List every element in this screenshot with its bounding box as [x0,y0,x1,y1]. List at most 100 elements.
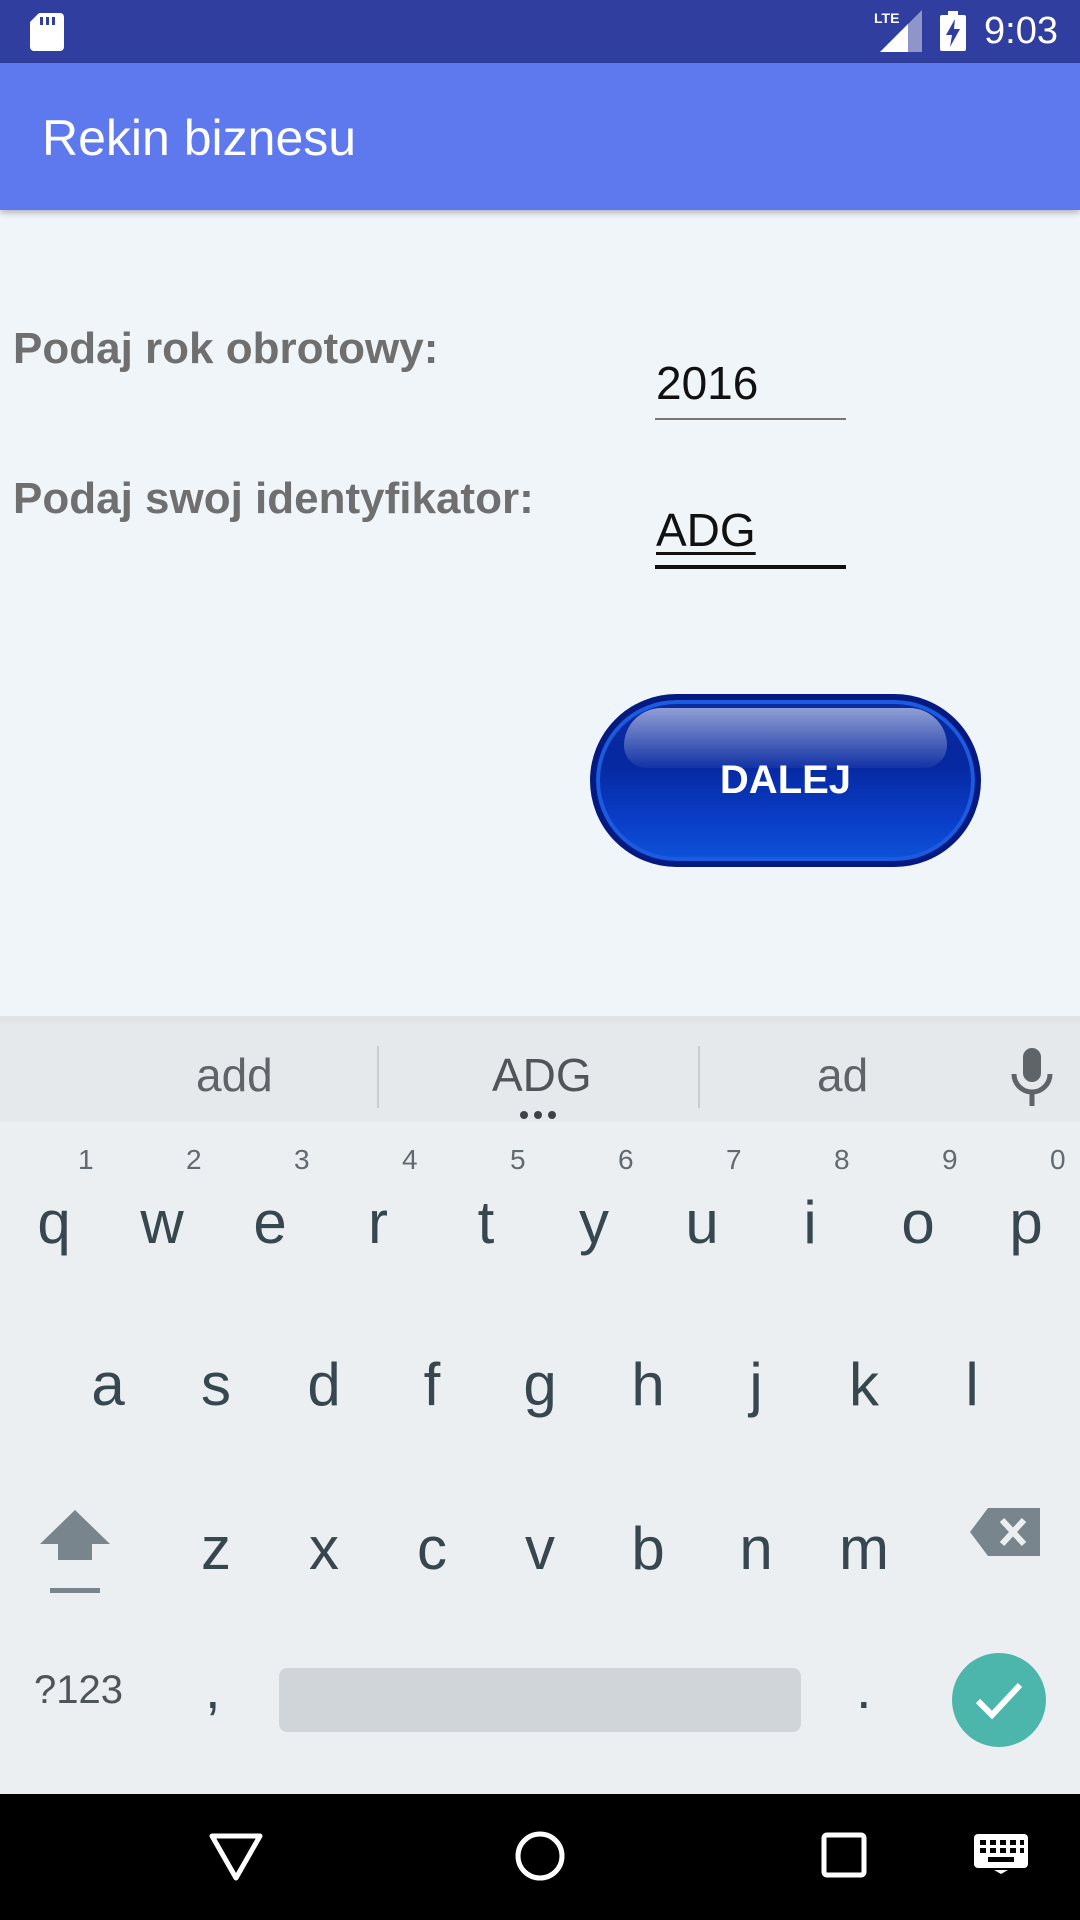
next-button-label: DALEJ [719,758,852,802]
key-k[interactable]: k [814,1334,914,1434]
backspace-icon[interactable] [970,1508,1040,1556]
suggestion-3[interactable]: ad [817,1048,868,1102]
key-u[interactable]: u [652,1172,752,1272]
suggestion-1[interactable]: add [196,1048,273,1102]
key-hint: 8 [834,1144,850,1175]
suggestion-strip: add ADG ad [0,1022,1080,1122]
key-y[interactable]: y [544,1172,644,1272]
suggestion-2[interactable]: ADG [492,1048,592,1102]
key-q[interactable]: q [4,1172,104,1272]
key-label: j [749,1350,763,1418]
key-f[interactable]: f [382,1334,482,1434]
checkmark-icon [975,1682,1023,1720]
recents-icon[interactable] [821,1832,867,1878]
lte-signal-icon: LTE [874,10,922,52]
suggestion-separator [377,1046,379,1108]
key-hint: 1 [78,1144,94,1175]
sd-card-icon [30,13,64,51]
key-r[interactable]: r [328,1172,428,1272]
key-label: o [901,1188,935,1256]
key-d[interactable]: d [274,1334,374,1434]
key-b[interactable]: b [598,1498,698,1598]
symbols-key[interactable]: ?123 [34,1668,123,1713]
identifier-input-value: ADG [656,504,756,556]
key-g[interactable]: g [490,1334,590,1434]
shift-icon[interactable] [36,1504,114,1596]
key-h[interactable]: h [598,1334,698,1434]
key-hint: 6 [618,1144,634,1175]
key-hint: 0 [1050,1144,1066,1175]
app-bar: Rekin biznesu [0,63,1080,210]
key-label: v [525,1514,555,1582]
key-label: f [423,1350,441,1418]
key-w[interactable]: w [112,1172,212,1272]
space-bar[interactable] [279,1668,801,1732]
key-label: t [477,1188,495,1256]
key-label: u [685,1188,719,1256]
key-t[interactable]: t [436,1172,536,1272]
key-label: p [1009,1188,1043,1256]
key-o[interactable]: o [868,1172,968,1272]
key-hint: 3 [294,1144,310,1175]
key-label: q [37,1188,71,1256]
battery-charging-icon [940,11,966,51]
key-label: e [253,1188,287,1256]
key-label: l [965,1350,979,1418]
soft-keyboard: add ADG ad q 1 w 2 e 3 r 4 t 5 y 6 u 7 i… [0,1016,1080,1794]
key-l[interactable]: l [922,1334,1022,1434]
key-label: r [368,1188,388,1256]
key-s[interactable]: s [166,1334,266,1434]
key-label: h [631,1350,665,1418]
key-label: c [417,1514,447,1582]
key-n[interactable]: n [706,1498,806,1598]
more-suggestions-icon[interactable] [518,1110,558,1120]
key-hint: 9 [942,1144,958,1175]
key-hint: 5 [510,1144,526,1175]
next-button[interactable]: DALEJ [590,694,981,867]
key-v[interactable]: v [490,1498,590,1598]
key-hint: 2 [186,1144,202,1175]
key-label: z [201,1514,231,1582]
key-m[interactable]: m [814,1498,914,1598]
home-icon[interactable] [514,1830,566,1882]
year-input-value: 2016 [656,357,759,409]
back-icon[interactable] [208,1832,264,1882]
identifier-label: Podaj swoj identyfikator: [13,474,534,523]
key-label: s [201,1350,231,1418]
key-label: g [523,1350,557,1418]
key-z[interactable]: z [166,1498,266,1598]
key-label: d [307,1350,341,1418]
key-hint: 7 [726,1144,742,1175]
key-label: b [631,1514,665,1582]
microphone-icon[interactable] [1009,1048,1055,1106]
key-label: y [579,1188,609,1256]
key-label: i [803,1188,817,1256]
app-title: Rekin biznesu [42,110,357,166]
enter-button[interactable] [952,1653,1046,1747]
year-input[interactable]: 2016 [655,350,846,420]
key-a[interactable]: a [58,1334,158,1434]
key-p[interactable]: p [976,1172,1076,1272]
status-clock: 9:03 [984,10,1058,52]
key-x[interactable]: x [274,1498,374,1598]
period-key[interactable]: . [856,1656,872,1721]
keyboard-switch-icon[interactable] [974,1834,1028,1874]
suggestion-separator [698,1046,700,1108]
key-e[interactable]: e [220,1172,320,1272]
key-label: w [140,1188,184,1256]
year-label: Podaj rok obrotowy: [13,324,439,373]
network-type-label: LTE [874,10,899,26]
key-j[interactable]: j [706,1334,806,1434]
navigation-bar [0,1794,1080,1920]
key-label: n [739,1514,773,1582]
comma-key[interactable]: , [205,1656,221,1721]
identifier-input[interactable]: ADG [655,497,846,569]
key-i[interactable]: i [760,1172,860,1272]
status-bar: LTE 9:03 [0,0,1080,63]
key-label: a [91,1350,125,1418]
key-c[interactable]: c [382,1498,482,1598]
key-hint: 4 [402,1144,418,1175]
key-label: x [309,1514,339,1582]
key-label: m [839,1514,889,1582]
key-label: k [849,1350,879,1418]
